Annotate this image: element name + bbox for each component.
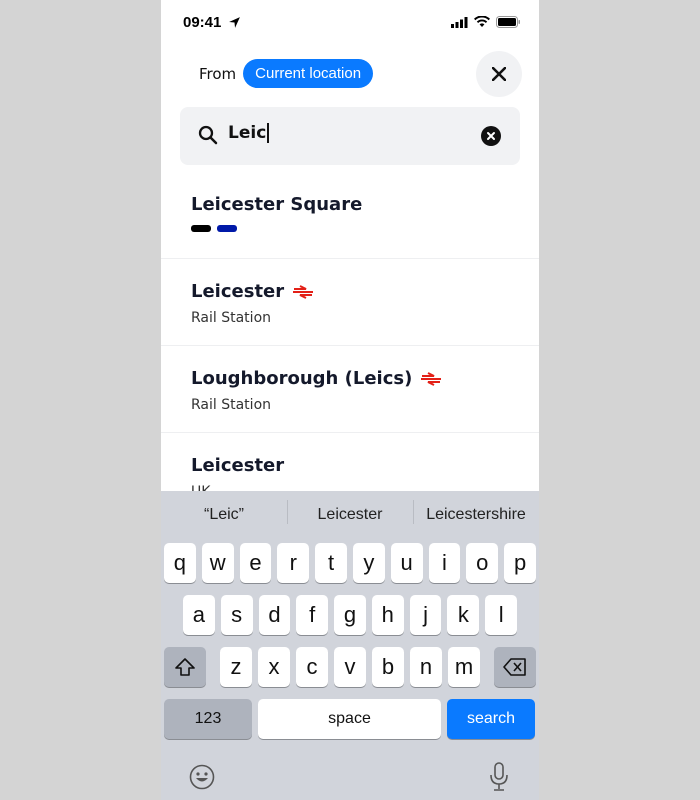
key-o[interactable]: o <box>466 543 499 583</box>
line-indicators <box>191 225 509 232</box>
result-title-text: Leicester <box>191 281 285 302</box>
close-icon <box>492 67 506 81</box>
search-icon <box>198 125 218 145</box>
search-key[interactable]: search <box>447 699 535 739</box>
key-z[interactable]: z <box>220 647 252 687</box>
emoji-icon[interactable] <box>189 764 215 790</box>
line-indicator-northern <box>191 225 211 232</box>
key-c[interactable]: c <box>296 647 328 687</box>
wifi-icon <box>474 16 490 27</box>
from-label: From <box>199 64 237 83</box>
key-row-1: qwertyuiop <box>161 543 539 583</box>
key-k[interactable]: k <box>447 595 480 635</box>
key-j[interactable]: j <box>409 595 442 635</box>
result-title: Loughborough (Leics) <box>191 368 509 389</box>
status-icons <box>451 16 521 28</box>
backspace-icon <box>503 658 526 676</box>
status-time: 09:41 <box>183 14 222 31</box>
space-key[interactable]: space <box>258 699 441 739</box>
delete-key[interactable] <box>494 647 536 687</box>
key-s[interactable]: s <box>220 595 253 635</box>
key-d[interactable]: d <box>258 595 291 635</box>
numbers-key[interactable]: 123 <box>164 699 252 739</box>
result-title-text: Leicester Square <box>191 194 363 215</box>
search-field[interactable]: Leic <box>180 107 520 165</box>
key-a[interactable]: a <box>183 595 215 635</box>
key-p[interactable]: p <box>504 543 536 583</box>
key-l[interactable]: l <box>485 595 518 635</box>
key-m[interactable]: m <box>448 647 480 687</box>
key-h[interactable]: h <box>371 595 404 635</box>
national-rail-icon <box>421 371 442 386</box>
key-u[interactable]: u <box>390 543 423 583</box>
key-row-3: zxcvbnm <box>161 647 539 687</box>
key-t[interactable]: t <box>315 543 347 583</box>
result-item[interactable]: Loughborough (Leics) Rail Station <box>161 346 539 433</box>
location-arrow-icon <box>229 17 240 28</box>
result-title: Leicester <box>191 281 509 302</box>
key-i[interactable]: i <box>428 543 461 583</box>
key-n[interactable]: n <box>410 647 442 687</box>
text-caret <box>267 123 270 143</box>
search-value: Leic <box>228 123 267 143</box>
key-row-4: 123 space search <box>161 699 539 739</box>
key-q[interactable]: q <box>164 543 196 583</box>
origin-chip[interactable]: Current location <box>243 59 374 88</box>
close-button[interactable] <box>476 51 522 97</box>
clear-search-button[interactable] <box>481 126 501 146</box>
prediction-item[interactable]: “Leic” <box>161 506 287 524</box>
result-title: Leicester Square <box>191 194 509 215</box>
origin-row: From Current location <box>199 59 374 88</box>
prediction-bar: “Leic” Leicester Leicestershire <box>161 491 539 539</box>
key-w[interactable]: w <box>201 543 234 583</box>
battery-icon <box>496 16 520 28</box>
phone-screen: 09:41 From Current location Leic Leicest… <box>161 0 539 800</box>
keyboard: “Leic” Leicester Leicestershire qwertyui… <box>161 491 539 800</box>
status-bar: 09:41 <box>161 0 539 46</box>
clear-icon <box>487 132 495 140</box>
result-title-text: Loughborough (Leics) <box>191 368 413 389</box>
result-item[interactable]: Leicester Square <box>161 172 539 259</box>
result-title: Leicester <box>191 455 509 476</box>
key-x[interactable]: x <box>258 647 290 687</box>
shift-icon <box>175 658 195 676</box>
key-v[interactable]: v <box>334 647 366 687</box>
microphone-icon[interactable] <box>489 762 509 792</box>
key-row-2: asdfghjkl <box>161 595 539 635</box>
prediction-item[interactable]: Leicestershire <box>413 500 539 524</box>
prediction-item[interactable]: Leicester <box>287 500 413 524</box>
shift-key[interactable] <box>164 647 206 687</box>
result-subtitle: Rail Station <box>191 310 272 326</box>
line-indicator-piccadilly <box>217 225 237 232</box>
result-subtitle: Rail Station <box>191 397 272 413</box>
letter-keys: zxcvbnm <box>220 647 480 687</box>
key-b[interactable]: b <box>372 647 404 687</box>
national-rail-icon <box>293 284 314 299</box>
key-g[interactable]: g <box>334 595 366 635</box>
key-r[interactable]: r <box>277 543 310 583</box>
search-input[interactable]: Leic <box>228 123 448 143</box>
key-f[interactable]: f <box>296 595 329 635</box>
result-title-text: Leicester <box>191 455 285 476</box>
result-item[interactable]: Leicester Rail Station <box>161 259 539 346</box>
key-e[interactable]: e <box>239 543 272 583</box>
signal-icon <box>451 16 468 28</box>
key-y[interactable]: y <box>352 543 385 583</box>
results-list: Leicester Square Leicester Rail Station … <box>161 172 539 520</box>
